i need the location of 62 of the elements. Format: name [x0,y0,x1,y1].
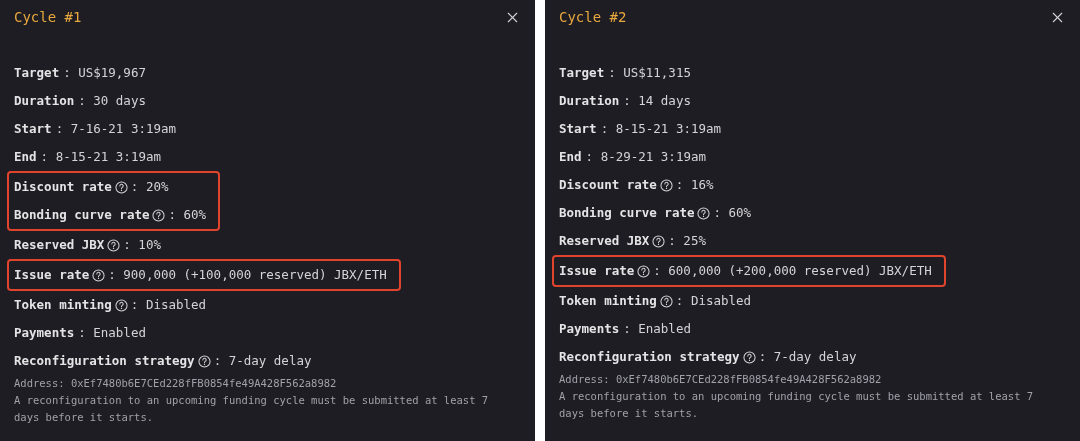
help-icon[interactable] [92,268,106,282]
note-text: A reconfiguration to an upcoming funding cycle must be submitted at least 7 days before it starts. [559,389,1035,421]
field-value: : Disabled [130,295,207,314]
field-label: Reconfiguration strategy [559,347,740,366]
field-label: Reserved JBX [14,235,105,254]
field-label: Issue rate [559,261,635,280]
field-value: : 7-16-21 3:19am [55,119,177,138]
help-icon[interactable] [659,294,673,308]
field-value: : 7-day delay [758,347,857,366]
help-icon[interactable] [114,298,128,312]
field-label: Bonding curve rate [559,203,695,222]
field-value: : 600,000 (+200,000 reserved) JBX/ETH [653,261,932,280]
field-label: Duration [14,91,75,110]
field-value: : 30 days [78,91,146,110]
field-label: Issue rate [14,265,90,284]
help-icon[interactable] [107,238,121,252]
field-label: End [559,147,582,166]
field-label: Token minting [559,291,657,310]
field-value: : 8-15-21 3:19am [40,147,161,166]
field-value: : 8-29-21 3:19am [585,147,706,166]
field-value: : 900,000 (+100,000 reserved) JBX/ETH [108,265,387,284]
field-label: Discount rate [14,177,112,196]
field-label: Bonding curve rate [14,205,150,224]
field-label: End [14,147,37,166]
field-label: Duration [559,91,620,110]
field-value: : 14 days [623,91,691,110]
help-icon[interactable] [742,350,756,364]
address-text: Address: 0xEf7480b6E7CEd228fFB0854fe49A428F562a8982 [14,376,338,391]
help-icon[interactable] [697,206,711,220]
help-icon[interactable] [652,234,666,248]
address-text: Address: 0xEf7480b6E7CEd228fFB0854fe49A428F562a8982 [559,372,883,387]
field-label: Reserved JBX [559,231,650,250]
help-icon[interactable] [114,180,128,194]
panel-title: Cycle #2 [559,7,627,27]
field-value: : 10% [123,235,161,254]
field-value: : US$11,315 [608,63,691,82]
field-value: : 7-day delay [213,351,312,370]
field-value: : US$19,967 [63,63,146,82]
field-label: Token minting [14,295,112,314]
field-value: : Enabled [78,323,146,342]
field-label: Payments [14,323,75,342]
field-value: : Enabled [623,319,691,338]
help-icon[interactable] [152,208,166,222]
help-icon[interactable] [637,264,651,278]
field-label: Discount rate [559,175,657,194]
help-icon[interactable] [659,178,673,192]
help-icon[interactable] [197,354,211,368]
field-value: : 20% [130,177,169,196]
field-label: Target [559,63,605,82]
field-value: : 8-15-21 3:19am [600,119,722,138]
field-value: : 60% [713,203,752,222]
field-value: : 60% [168,205,207,224]
field-value: : Disabled [675,291,752,310]
field-value: : 25% [668,231,706,250]
field-value: : 16% [675,175,714,194]
field-label: Start [14,119,52,138]
note-text: A reconfiguration to an upcoming funding cycle must be submitted at least 7 days before it starts. [14,393,490,425]
field-label: Reconfiguration strategy [14,351,195,370]
field-label: Start [559,119,597,138]
panel-title: Cycle #1 [14,7,82,27]
field-label: Payments [559,319,620,338]
field-label: Target [14,63,60,82]
